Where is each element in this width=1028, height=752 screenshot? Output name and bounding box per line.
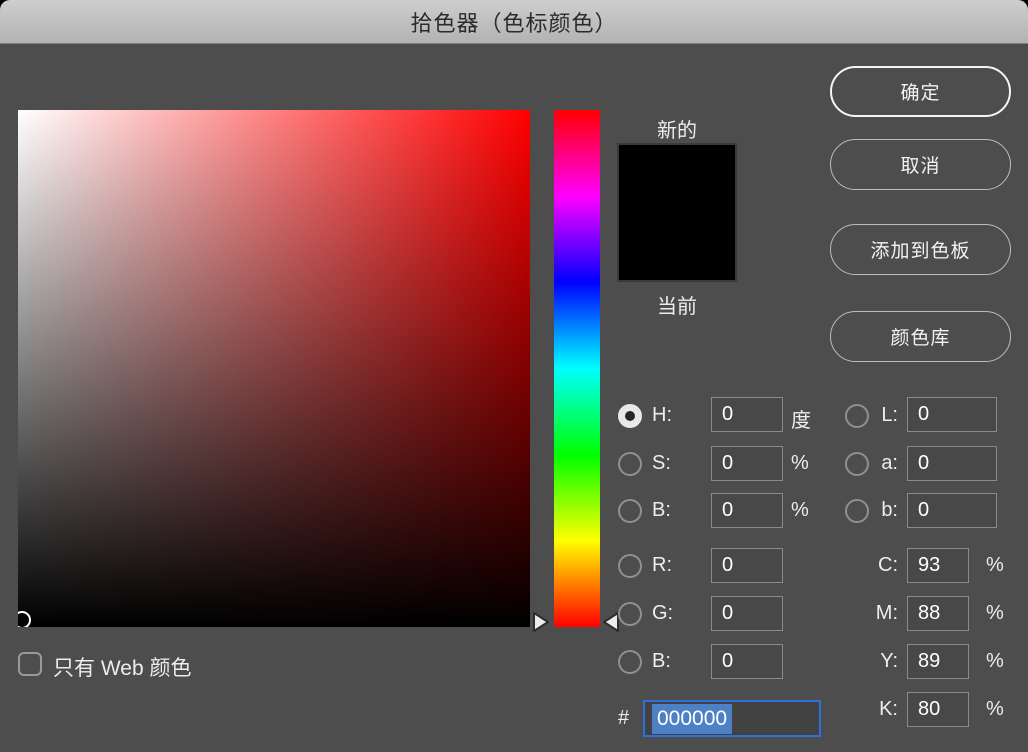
r-label: R: [652, 554, 672, 576]
r-input[interactable] [711, 548, 783, 583]
current-color-label: 当前 [657, 296, 697, 318]
g-radio[interactable] [618, 602, 642, 626]
current-color-swatch[interactable] [619, 212, 735, 280]
m-input[interactable] [907, 596, 969, 631]
cancel-button[interactable]: 取消 [830, 139, 1011, 190]
l-label: L: [881, 404, 898, 426]
only-web-colors-label: 只有 Web 颜色 [53, 657, 192, 680]
h-radio[interactable] [618, 404, 642, 428]
b-label: B: [652, 499, 671, 521]
c-input[interactable] [907, 548, 969, 583]
new-color-label: 新的 [657, 120, 697, 142]
new-color-swatch [619, 145, 735, 213]
ok-button[interactable]: 确定 [830, 66, 1011, 117]
dialog-titlebar[interactable]: 拾色器（色标颜色） [0, 0, 1028, 44]
hue-slider[interactable] [554, 110, 600, 627]
dialog-title: 拾色器（色标颜色） [410, 10, 618, 36]
b-lab-label: b: [881, 499, 898, 521]
color-preview-swatch [617, 143, 737, 282]
b-rgb-label: B: [652, 650, 671, 672]
b-radio[interactable] [618, 499, 642, 523]
a-input[interactable] [907, 446, 997, 481]
add-to-swatches-button[interactable]: 添加到色板 [830, 224, 1011, 275]
color-picker-dialog: 拾色器（色标颜色） 新的 当前 确定 取消 添加到色板 颜色库 H: 度 S: … [0, 0, 1028, 752]
m-unit: % [986, 602, 1004, 624]
hex-selected-text: 000000 [652, 703, 733, 734]
g-input[interactable] [711, 596, 783, 631]
s-radio[interactable] [618, 452, 642, 476]
k-input[interactable] [907, 692, 969, 727]
b-rgb-input[interactable] [711, 644, 783, 679]
only-web-colors-checkbox[interactable] [18, 652, 42, 676]
h-unit: 度 [791, 410, 811, 432]
k-label: K: [879, 698, 898, 720]
hue-slider-left-arrow-icon[interactable] [529, 607, 551, 637]
y-unit: % [986, 650, 1004, 672]
r-radio[interactable] [618, 554, 642, 578]
color-field-marker-icon[interactable] [18, 611, 31, 627]
y-input[interactable] [907, 644, 969, 679]
b-input[interactable] [711, 493, 783, 528]
hex-input[interactable]: 000000 [643, 700, 821, 737]
m-label: M: [875, 602, 898, 624]
c-label: C: [878, 554, 898, 576]
k-unit: % [986, 698, 1004, 720]
color-libraries-button[interactable]: 颜色库 [830, 311, 1011, 362]
h-input[interactable] [711, 397, 783, 432]
g-label: G: [652, 602, 674, 624]
s-unit: % [791, 452, 809, 474]
b-lab-input[interactable] [907, 493, 997, 528]
saturation-brightness-field[interactable] [18, 110, 530, 627]
y-label: Y: [880, 650, 898, 672]
h-label: H: [652, 404, 672, 426]
c-unit: % [986, 554, 1004, 576]
l-input[interactable] [907, 397, 997, 432]
b-unit: % [791, 499, 809, 521]
hex-label: # [618, 707, 630, 729]
s-input[interactable] [711, 446, 783, 481]
s-label: S: [652, 452, 671, 474]
b-rgb-radio[interactable] [618, 650, 642, 674]
a-label: a: [881, 452, 898, 474]
